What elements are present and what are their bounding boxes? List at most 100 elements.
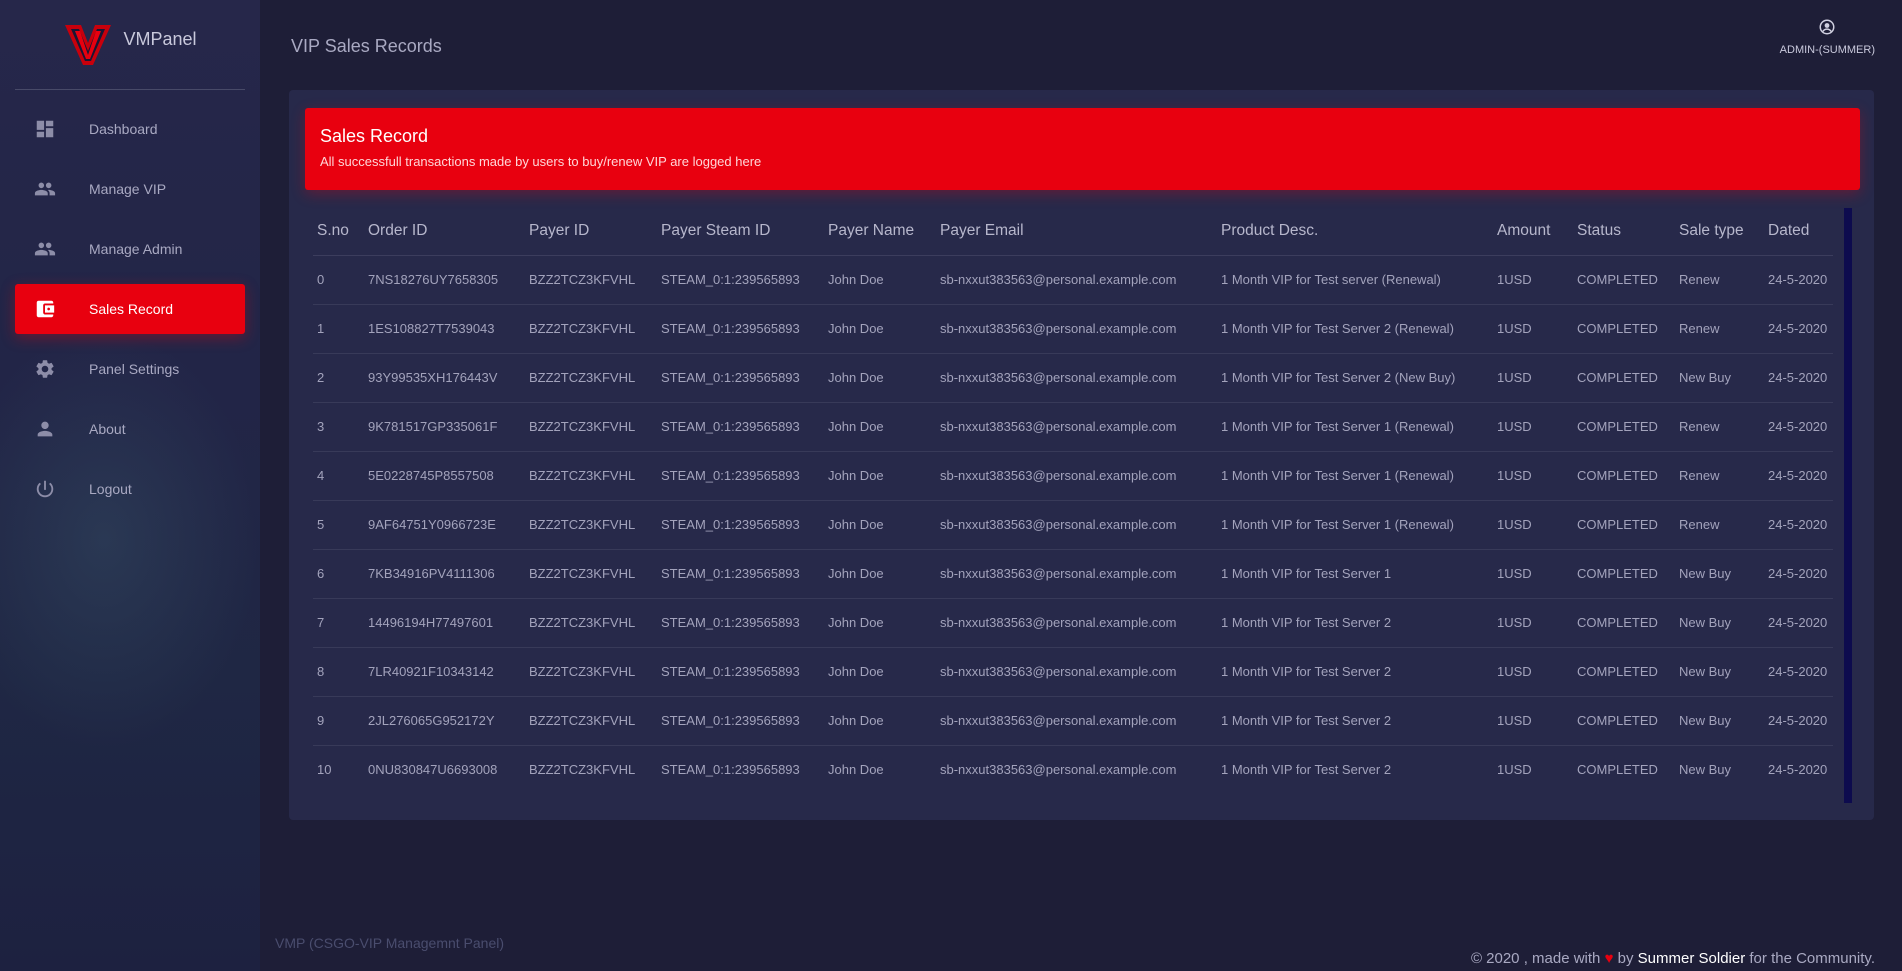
wallet-icon (33, 297, 57, 321)
table-cell: 1ES108827T7539043 (364, 304, 525, 354)
sales-table-container: S.no Order ID Payer ID Payer Steam ID Pa… (313, 208, 1848, 794)
table-cell: 1USD (1493, 255, 1573, 305)
table-cell: BZZ2TCZ3KFVHL (525, 304, 657, 354)
user-icon (1819, 19, 1835, 35)
gear-icon (33, 357, 57, 381)
table-cell: New Buy (1675, 598, 1764, 648)
table-cell: New Buy (1675, 696, 1764, 746)
sidebar-item-label: Panel Settings (89, 361, 180, 377)
table-cell: 1USD (1493, 549, 1573, 599)
brand[interactable]: VMPanel (15, 0, 245, 90)
table-scrollbar[interactable] (1844, 208, 1852, 803)
table-cell: BZZ2TCZ3KFVHL (525, 500, 657, 550)
table-cell: 1USD (1493, 647, 1573, 697)
power-icon (33, 477, 57, 501)
table-cell: John Doe (824, 500, 936, 550)
table-cell: BZZ2TCZ3KFVHL (525, 353, 657, 403)
table-row: 8 7LR40921F10343142 BZZ2TCZ3KFVHL STEAM_0:1… (313, 647, 1833, 697)
table-cell: 1USD (1493, 402, 1573, 452)
table-cell: 1 Month VIP for Test Server 2 (Renewal) (1217, 304, 1493, 354)
sidebar-nav: Dashboard Manage VIP Manage Admin Sales … (0, 104, 260, 514)
table-cell: sb-nxxut383563@personal.example.com (936, 647, 1217, 697)
table-cell: 24-5-2020 (1764, 451, 1833, 501)
vmp-logo-icon (65, 24, 112, 65)
author-link[interactable]: Summer Soldier (1638, 950, 1746, 967)
table-cell: sb-nxxut383563@personal.example.com (936, 451, 1217, 501)
table-cell: Renew (1675, 500, 1764, 550)
sidebar-item-panel-settings[interactable]: Panel Settings (15, 344, 245, 394)
table-cell: 24-5-2020 (1764, 549, 1833, 599)
column-header: Payer Steam ID (657, 208, 824, 256)
table-cell: Renew (1675, 402, 1764, 452)
footer-app-name: VMP (CSGO-VIP Managemnt Panel) (275, 935, 505, 951)
table-cell: COMPLETED (1573, 255, 1675, 305)
column-header: Payer ID (525, 208, 657, 256)
table-cell: 7LR40921F10343142 (364, 647, 525, 697)
table-cell: John Doe (824, 647, 936, 697)
table-header-row: S.no Order ID Payer ID Payer Steam ID Pa… (313, 208, 1833, 256)
sidebar-item-manage-vip[interactable]: Manage VIP (15, 164, 245, 214)
table-cell: 1USD (1497, 762, 1532, 778)
table-cell: New Buy (1679, 762, 1732, 778)
table-cell: 7 (313, 598, 364, 648)
table-cell: John Doe (828, 762, 884, 778)
sidebar-item-logout[interactable]: Logout (15, 464, 245, 514)
table-cell: sb-nxxut383563@personal.example.com (936, 500, 1217, 550)
table-cell: sb-nxxut383563@personal.example.com (936, 598, 1217, 648)
column-header: Sale type (1675, 208, 1764, 256)
sidebar-item-sales-record[interactable]: Sales Record (15, 284, 245, 334)
table-cell: 1 Month VIP for Test Server 1 (Renewal) (1217, 402, 1493, 452)
table-cell: 1 Month VIP for Test Server 1 (Renewal) (1217, 500, 1493, 550)
table-cell: sb-nxxut383563@personal.example.com (936, 402, 1217, 452)
sidebar-item-manage-admin[interactable]: Manage Admin (15, 224, 245, 274)
brand-name: VMPanel (123, 29, 197, 49)
table-cell: sb-nxxut383563@personal.example.com (936, 255, 1217, 305)
table-cell: 1 Month VIP for Test Server 2 (1217, 696, 1493, 746)
person-icon (33, 417, 57, 441)
footer-suffix: for the Community. (1749, 950, 1875, 967)
column-header: Dated (1764, 208, 1833, 256)
column-header: S.no (313, 208, 364, 256)
table-cell: John Doe (824, 304, 936, 354)
footer-credits: © 2020 , made with ♥ by Summer Soldier f… (1471, 950, 1875, 967)
table-cell: 24-5-2020 (1764, 500, 1833, 550)
table-row: 10 0NU830847U6693008 BZZ2TCZ3KFVHL STEAM_0:… (313, 745, 1833, 794)
table-cell: New Buy (1675, 647, 1764, 697)
sidebar-item-label: Dashboard (89, 121, 158, 137)
card-title: Sales Record (320, 126, 429, 146)
table-row: 9 2JL276065G952172Y BZZ2TCZ3KFVHL STEAM_0:1… (313, 696, 1833, 746)
table-body: 0 7NS18276UY7658305 BZZ2TCZ3KFVHL STEAM_0:1… (313, 255, 1833, 794)
table-cell: 93Y99535XH176443V (364, 353, 525, 403)
footer-copyright: © 2020 , made with (1470, 950, 1601, 967)
sidebar-item-dashboard[interactable]: Dashboard (15, 104, 245, 154)
sidebar-item-about[interactable]: About (15, 404, 245, 454)
table-cell: STEAM_0:1:239565893 (657, 549, 824, 599)
table-cell: 9AF64751Y0966723E (364, 500, 525, 550)
sidebar-item-label: Logout (89, 481, 132, 497)
table-row: 4 5E0228745P8557508 BZZ2TCZ3KFVHL STEAM_0:1… (313, 451, 1833, 501)
table-cell: STEAM_0:1:239565893 (657, 647, 824, 697)
table-cell: John Doe (824, 255, 936, 305)
table-cell: 2 (313, 353, 364, 403)
footer-by: by (1617, 950, 1634, 967)
table-cell: COMPLETED (1573, 696, 1675, 746)
table-cell: STEAM_0:1:239565893 (657, 304, 824, 354)
table-cell: STEAM_0:1:239565893 (657, 598, 824, 648)
user-menu[interactable]: ADMIN-(SUMMER) (1780, 18, 1875, 58)
table-cell: COMPLETED (1573, 402, 1675, 452)
table-row: 0 7NS18276UY7658305 BZZ2TCZ3KFVHL STEAM_0:1… (313, 255, 1833, 305)
table-cell: 1 (313, 304, 364, 354)
table-cell: sb-nxxut383563@personal.example.com (936, 353, 1217, 403)
table-cell: 0NU830847U6693008 (368, 762, 498, 778)
table-cell: 1 Month VIP for Test Server 2 (New Buy) (1217, 353, 1493, 403)
table-cell: 24-5-2020 (1764, 696, 1833, 746)
table-cell: 1 Month VIP for Test Server 2 (1221, 762, 1392, 778)
table-cell: BZZ2TCZ3KFVHL (529, 762, 636, 778)
table-cell: John Doe (824, 451, 936, 501)
table-cell: 1 Month VIP for Test Server 2 (1217, 647, 1493, 697)
column-header: Status (1573, 208, 1675, 256)
column-header: Order ID (364, 208, 525, 256)
column-header: Payer Name (824, 208, 936, 256)
sidebar-item-label: Manage VIP (89, 181, 167, 197)
table-cell: 8 (313, 647, 364, 697)
